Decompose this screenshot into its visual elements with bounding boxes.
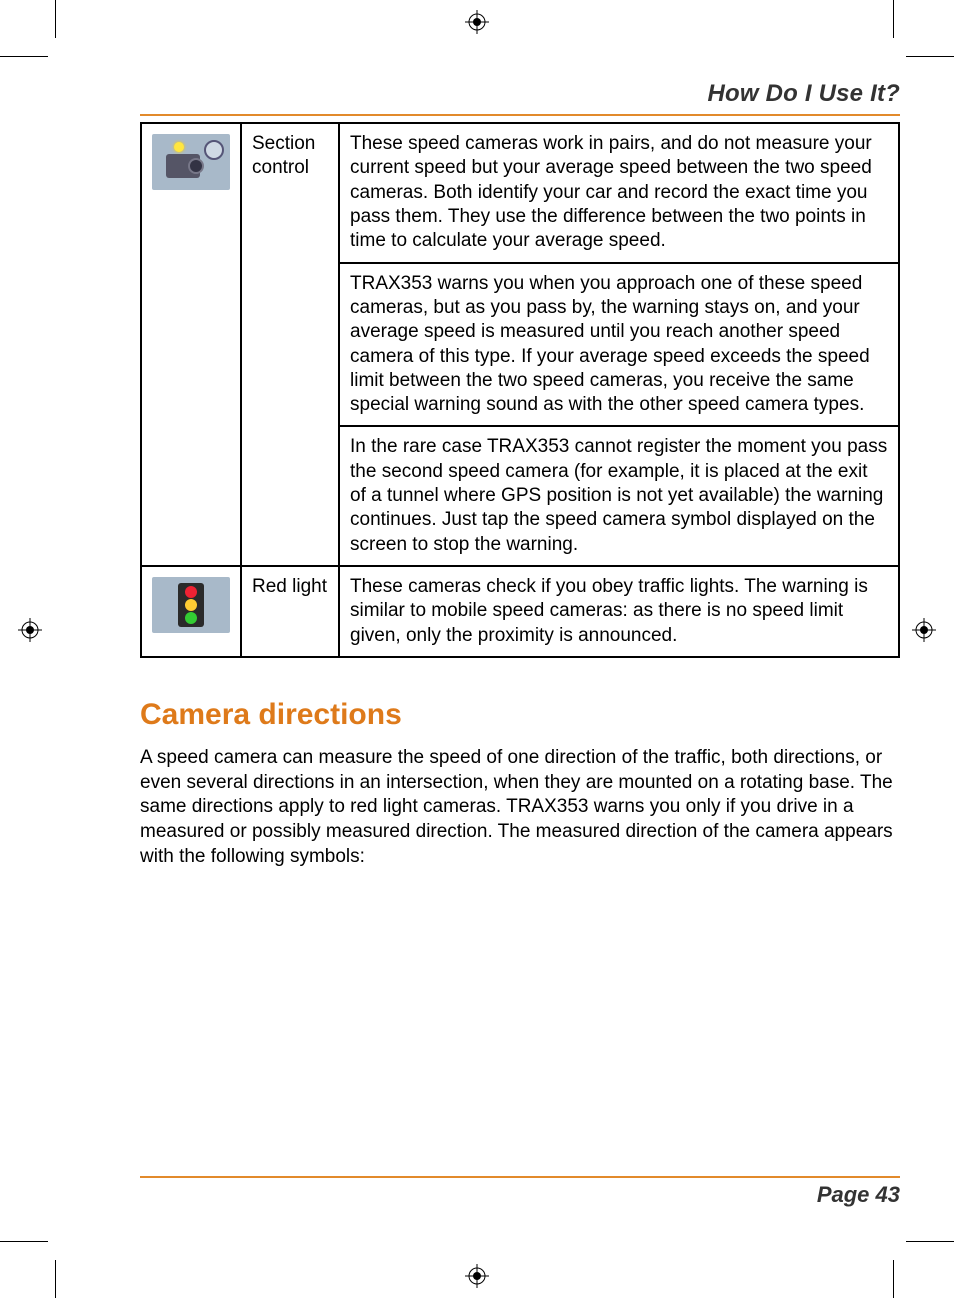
document-page: How Do I Use It? Section control These s…: [0, 0, 954, 1298]
registration-mark-icon: [465, 10, 489, 34]
camera-types-table: Section control These speed cameras work…: [140, 122, 900, 658]
crop-mark: [893, 1260, 894, 1298]
camera-type-description: TRAX353 warns you when you approach one …: [339, 263, 899, 427]
camera-type-description: In the rare case TRAX353 cannot register…: [339, 426, 899, 566]
camera-type-description: These speed cameras work in pairs, and d…: [339, 123, 899, 263]
section-control-camera-icon: [152, 134, 230, 190]
camera-type-description: These cameras check if you obey traffic …: [339, 566, 899, 657]
crop-mark: [0, 56, 48, 57]
crop-mark: [906, 56, 954, 57]
page-number: Page 43: [140, 1182, 900, 1208]
footer-rule: [140, 1176, 900, 1178]
header-rule: [140, 114, 900, 116]
registration-mark-icon: [465, 1264, 489, 1288]
icon-cell: [141, 566, 241, 657]
table-row: Red light These cameras check if you obe…: [141, 566, 899, 657]
crop-mark: [0, 1241, 48, 1242]
red-light-camera-icon: [152, 577, 230, 633]
registration-mark-icon: [18, 618, 42, 642]
icon-cell: [141, 123, 241, 566]
crop-mark: [906, 1241, 954, 1242]
registration-mark-icon: [912, 618, 936, 642]
crop-mark: [893, 0, 894, 38]
section-heading: Camera directions: [140, 698, 900, 732]
crop-mark: [55, 1260, 56, 1298]
page-footer: Page 43: [140, 1176, 900, 1208]
content-area: How Do I Use It? Section control These s…: [140, 80, 900, 869]
camera-type-label: Section control: [241, 123, 339, 566]
page-header-title: How Do I Use It?: [140, 80, 900, 108]
crop-mark: [55, 0, 56, 38]
table-row: Section control These speed cameras work…: [141, 123, 899, 263]
body-paragraph: A speed camera can measure the speed of …: [140, 746, 900, 869]
camera-type-label: Red light: [241, 566, 339, 657]
